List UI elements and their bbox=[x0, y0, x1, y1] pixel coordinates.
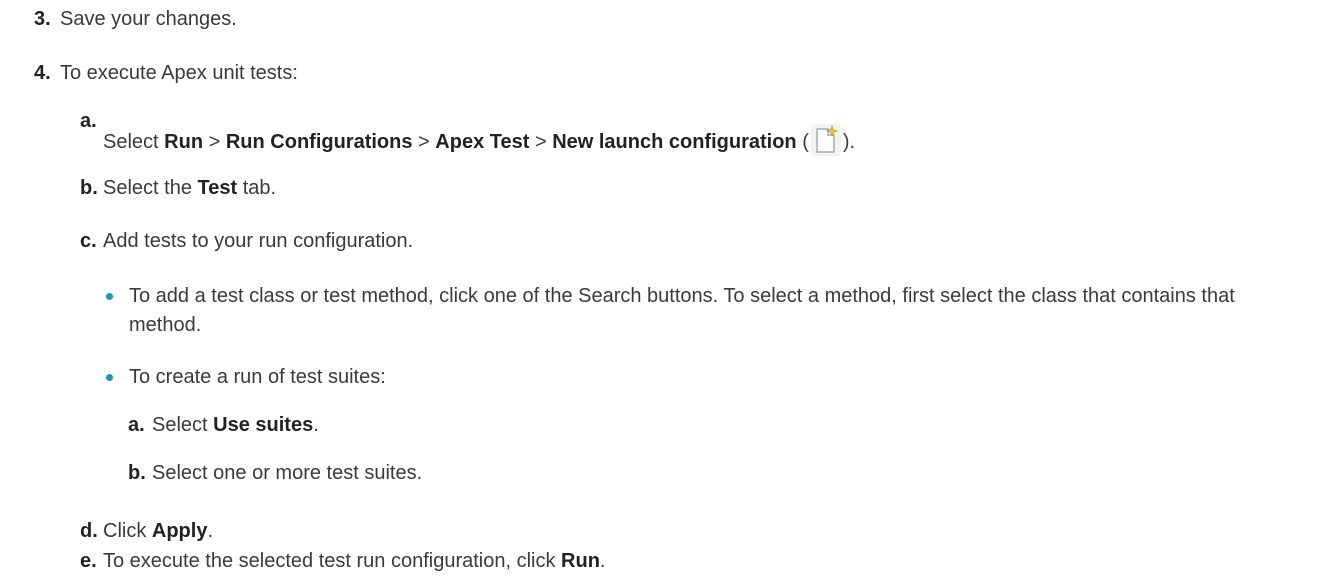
menu-run: Run bbox=[164, 131, 204, 153]
bullet-dot bbox=[106, 374, 113, 381]
substep-text: Select one or more test suites. bbox=[152, 462, 423, 484]
substep-letter: e. bbox=[80, 550, 97, 572]
substep-text: Click Apply. bbox=[103, 520, 214, 542]
menu-apex-test: Apex Test bbox=[435, 131, 530, 153]
substep-text: Select Run > Run Configurations > Apex T… bbox=[103, 124, 855, 156]
substep-text: Select Use suites. bbox=[152, 414, 319, 436]
step-text: To execute Apex unit tests: bbox=[60, 62, 298, 84]
new-launch-configuration-icon bbox=[810, 124, 841, 156]
step-text: Save your changes. bbox=[60, 8, 237, 30]
bullet-text-line1: To add a test class or test method, clic… bbox=[129, 285, 1235, 307]
substep-letter: c. bbox=[80, 230, 97, 252]
substep-a: a. Select Run > Run Configurations > Ape… bbox=[0, 108, 1320, 156]
bullet-text-line2: method. bbox=[129, 314, 202, 336]
substep-letter: b. bbox=[128, 462, 146, 484]
substep-text: To execute the selected test run configu… bbox=[103, 550, 606, 572]
substep-letter: a. bbox=[128, 414, 145, 436]
step-number: 4. bbox=[34, 62, 51, 84]
substep-letter: a. bbox=[80, 110, 97, 132]
substep-letter: d. bbox=[80, 520, 98, 542]
substep-text: Add tests to your run configuration. bbox=[103, 230, 414, 252]
option-use-suites: Use suites bbox=[213, 414, 314, 436]
menu-new-launch-configuration: New launch configuration bbox=[552, 131, 797, 153]
menu-run-configurations: Run Configurations bbox=[225, 131, 413, 153]
button-apply: Apply bbox=[151, 520, 208, 542]
substep-text: Select the Test tab. bbox=[103, 177, 277, 199]
button-run: Run bbox=[561, 550, 600, 572]
substep-letter: b. bbox=[80, 177, 98, 199]
tab-test: Test bbox=[197, 177, 238, 199]
step-number: 3. bbox=[34, 8, 51, 30]
bullet-text: To create a run of test suites: bbox=[129, 366, 386, 388]
bullet-dot bbox=[106, 293, 113, 300]
